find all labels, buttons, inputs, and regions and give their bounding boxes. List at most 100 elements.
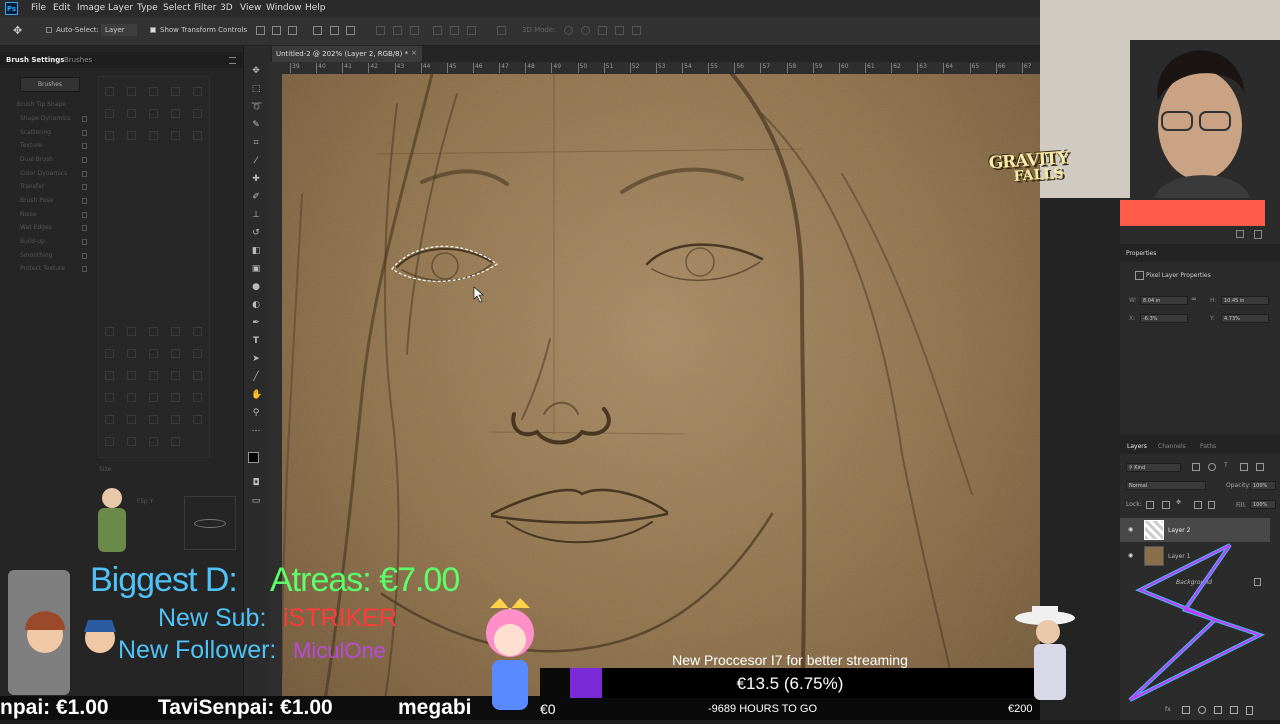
lock-artboard-icon[interactable] <box>1194 501 1202 509</box>
fill-field[interactable]: 100% <box>1250 500 1276 509</box>
brush-option[interactable]: Wet Edges <box>20 224 52 231</box>
lock-icon[interactable] <box>82 143 87 149</box>
screen-mode-icon[interactable]: ▭ <box>251 496 261 506</box>
brush-tip-grid[interactable] <box>98 76 210 458</box>
history-brush-icon[interactable]: ↺ <box>251 228 261 238</box>
filter-type-icon[interactable]: T <box>1224 462 1228 469</box>
filter-kind-dropdown[interactable]: ⚲ Kind <box>1126 463 1181 472</box>
filter-adjustment-icon[interactable] <box>1208 463 1216 471</box>
align-hcenter-icon[interactable] <box>330 26 339 35</box>
lock-icon[interactable] <box>82 266 87 272</box>
3d-roll-icon[interactable] <box>581 26 590 35</box>
lock-pixels-icon[interactable] <box>1162 501 1170 509</box>
3d-slide-icon[interactable] <box>615 26 624 35</box>
menu-window[interactable]: Window <box>266 3 302 13</box>
align-left-icon[interactable] <box>313 26 322 35</box>
lock-icon[interactable] <box>82 212 87 218</box>
tab-brushes[interactable]: Brushes <box>64 56 92 64</box>
brush-option[interactable]: Scattering <box>20 129 51 136</box>
lock-position-icon[interactable]: ✥ <box>1176 499 1181 506</box>
brush-option[interactable]: Shape Dynamics <box>20 115 70 122</box>
crop-icon[interactable]: ⌗ <box>251 138 261 148</box>
x-field[interactable]: -6.3% <box>1140 314 1188 323</box>
brush-option[interactable]: Dual Brush <box>20 156 53 163</box>
horizontal-ruler[interactable]: 39 40 41 42 43 44 45 46 47 48 49 50 51 52 53 54 55 56 57 58… <box>282 62 1040 74</box>
pen-icon[interactable]: ✒ <box>251 318 261 328</box>
align-top-icon[interactable] <box>256 26 265 35</box>
tab-layers[interactable]: Layers <box>1127 443 1147 450</box>
blend-mode-dropdown[interactable]: Normal <box>1126 481 1206 490</box>
filter-smart-object-icon[interactable] <box>1256 463 1264 471</box>
layer-select-dropdown[interactable]: Layer <box>101 24 137 36</box>
brush-option[interactable]: Texture <box>20 142 42 149</box>
distribute-vcenter-icon[interactable] <box>393 26 402 35</box>
distribute-hcenter-icon[interactable] <box>450 26 459 35</box>
lock-icon[interactable] <box>82 225 87 231</box>
menu-view[interactable]: View <box>240 3 261 13</box>
panel-menu-icon[interactable] <box>229 57 236 64</box>
brush-option[interactable]: Protect Texture <box>20 265 65 272</box>
link-icon[interactable]: ∞ <box>1191 295 1197 303</box>
foreground-color-swatch[interactable] <box>248 452 259 463</box>
menu-file[interactable]: File <box>31 3 46 13</box>
align-bottom-icon[interactable] <box>288 26 297 35</box>
tab-channels[interactable]: Channels <box>1158 443 1186 450</box>
brush-option[interactable]: Brush Pose <box>20 197 53 204</box>
lock-icon[interactable] <box>82 253 87 259</box>
lock-icon[interactable] <box>82 130 87 136</box>
photoshop-logo[interactable]: Ps <box>5 2 18 15</box>
brush-icon[interactable]: ✐ <box>251 192 261 202</box>
brush-option[interactable]: Smoothing <box>20 252 52 259</box>
lock-icon[interactable] <box>82 198 87 204</box>
height-field[interactable]: 10.45 in <box>1221 296 1269 305</box>
menu-select[interactable]: Select <box>163 3 191 13</box>
menu-help[interactable]: Help <box>305 3 326 13</box>
close-tab-icon[interactable]: × <box>411 49 417 57</box>
lock-icon[interactable] <box>82 116 87 122</box>
menu-type[interactable]: Type <box>137 3 158 13</box>
properties-title[interactable]: Properties <box>1126 250 1156 257</box>
distribute-left-icon[interactable] <box>433 26 442 35</box>
menu-layer[interactable]: Layer <box>108 3 133 13</box>
distribute-top-icon[interactable] <box>376 26 385 35</box>
path-select-icon[interactable]: ➤ <box>251 354 261 364</box>
new-swatch-icon[interactable] <box>1236 230 1244 238</box>
auto-select-checkbox[interactable] <box>46 27 52 33</box>
menu-filter[interactable]: Filter <box>194 3 216 13</box>
swatch-grid[interactable] <box>1120 200 1265 226</box>
lock-icon[interactable] <box>82 157 87 163</box>
menu-edit[interactable]: Edit <box>53 3 70 13</box>
marquee-icon[interactable]: ⬚ <box>251 84 261 94</box>
filter-shape-icon[interactable] <box>1240 463 1248 471</box>
3d-scale-icon[interactable] <box>632 26 641 35</box>
vertical-ruler[interactable] <box>270 62 282 720</box>
dodge-icon[interactable]: ◐ <box>251 300 261 310</box>
3d-pan-icon[interactable] <box>598 26 607 35</box>
more-icon[interactable]: … <box>251 424 261 434</box>
menu-image[interactable]: Image <box>77 3 105 13</box>
delete-swatch-icon[interactable] <box>1254 230 1262 239</box>
menu-3d[interactable]: 3D <box>220 3 233 13</box>
lock-all-icon[interactable] <box>1208 501 1215 509</box>
filter-pixel-icon[interactable] <box>1192 463 1200 471</box>
auto-align-icon[interactable] <box>497 26 506 35</box>
document-tab[interactable]: Untitled-2 @ 202% (Layer 2, RGB/8) * × <box>272 46 422 62</box>
lock-icon[interactable] <box>82 171 87 177</box>
eyedropper-icon[interactable]: ⁄ <box>251 156 261 166</box>
brush-option[interactable]: Build-up <box>20 238 45 245</box>
brush-option[interactable]: Noise <box>20 211 37 218</box>
eraser-icon[interactable]: ◧ <box>251 246 261 256</box>
lock-transparency-icon[interactable] <box>1146 501 1154 509</box>
zoom-icon[interactable]: ⚲ <box>251 408 261 418</box>
move-tool-icon[interactable]: ✥ <box>13 24 22 37</box>
eye-icon[interactable]: ◉ <box>1128 526 1133 533</box>
align-right-icon[interactable] <box>346 26 355 35</box>
type-icon[interactable]: T <box>251 336 261 346</box>
brush-option[interactable]: Brush Tip Shape <box>17 101 66 108</box>
distribute-right-icon[interactable] <box>467 26 476 35</box>
tab-brush-settings[interactable]: Brush Settings <box>6 56 64 64</box>
brush-option[interactable]: Transfer <box>20 183 44 190</box>
3d-rotate-icon[interactable] <box>564 26 573 35</box>
lock-icon[interactable] <box>82 239 87 245</box>
distribute-bottom-icon[interactable] <box>410 26 419 35</box>
